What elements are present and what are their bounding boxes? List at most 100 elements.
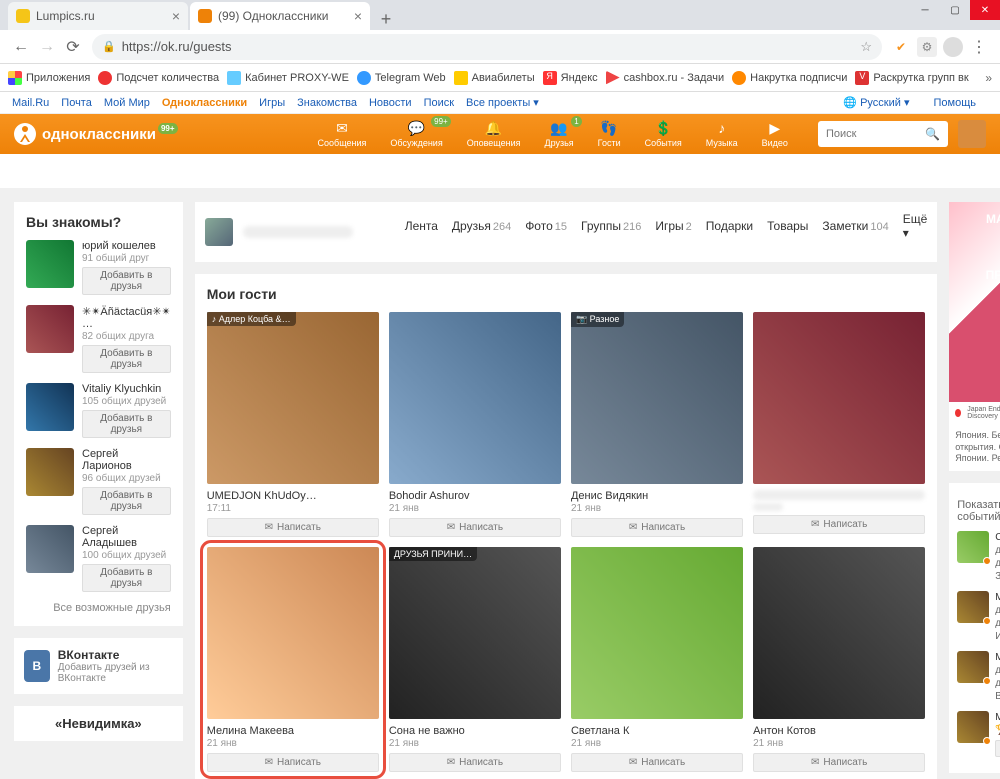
search-input[interactable] — [826, 128, 925, 140]
profile-tab[interactable]: Лента — [405, 219, 438, 233]
mailru-link[interactable]: Игры — [259, 97, 285, 109]
all-suggestions-link[interactable]: Все возможные друзья — [26, 602, 171, 614]
extension-icon[interactable]: ✔ — [891, 37, 911, 57]
guest-name[interactable]: UMEDJON KhUdOy… — [207, 490, 379, 502]
profile-avatar[interactable] — [205, 218, 233, 246]
guest-photo[interactable]: ♪ Адлер Коцба &… — [207, 312, 379, 484]
invisible-mode-block[interactable]: «Невидимка» — [14, 706, 183, 741]
write-message-button[interactable]: ✉Написать — [389, 753, 561, 772]
window-minimize[interactable]: ─ — [910, 0, 940, 20]
bookmark-item[interactable]: Авиабилеты — [454, 71, 535, 85]
events-header[interactable]: Показать 5 новых событий — [957, 491, 1000, 531]
ok-nav-Сообщения[interactable]: ✉Сообщения — [318, 120, 367, 148]
event-avatar[interactable] — [957, 651, 989, 683]
write-message-button[interactable]: ✉Написать — [207, 518, 379, 537]
ok-nav-Гости[interactable]: 👣Гости — [598, 120, 621, 148]
profile-tab[interactable]: Заметки104 — [822, 219, 888, 233]
guest-photo[interactable] — [571, 547, 743, 719]
add-friend-button[interactable]: Добавить в друзья — [82, 487, 171, 515]
event-avatar[interactable] — [957, 531, 989, 563]
bookmark-item[interactable]: Кабинет PROXY-WE — [227, 71, 349, 85]
ok-nav-Друзья[interactable]: 👥Друзья1 — [544, 120, 573, 148]
write-message-button[interactable]: ✉Написать — [571, 753, 743, 772]
guest-name[interactable]: Сона не важно — [389, 725, 561, 737]
write-message-button[interactable]: ✉Написать — [389, 518, 561, 537]
ok-nav-Обсуждения[interactable]: 💬Обсуждения99+ — [390, 120, 442, 148]
user-avatar[interactable] — [958, 120, 986, 148]
reload-button[interactable]: ⟳ — [60, 34, 86, 60]
mailru-link[interactable]: Все проекты ▾ — [466, 96, 539, 109]
add-friend-button[interactable]: Добавить в друзья — [82, 564, 171, 592]
mailru-link[interactable]: Mail.Ru — [12, 97, 49, 109]
close-icon[interactable]: × — [354, 8, 362, 24]
suggestion-name[interactable]: Сергей Ларионов — [82, 448, 171, 472]
bookmark-item[interactable]: Накрутка подписчи — [732, 71, 847, 85]
guest-photo[interactable] — [753, 312, 925, 484]
event-item[interactable]: Мария Бара…добавила в друзья Андрея Воро… — [957, 651, 1000, 703]
ad-banner[interactable]: 6+ МАГИЧЕСКАЯ ПОРА, КОТОРАЯ МОЖЕТ ПРОДЛИ… — [949, 202, 1000, 471]
guest-name[interactable]: Светлана К — [571, 725, 743, 737]
ok-nav-Видео[interactable]: ▶Видео — [762, 120, 788, 148]
profile-tab[interactable]: Группы216 — [581, 219, 641, 233]
mailru-link[interactable]: Знакомства — [297, 97, 357, 109]
suggestion-name[interactable]: Сергей Аладышев — [82, 525, 171, 549]
vk-import-block[interactable]: B ВКонтакте Добавить друзей из ВКонтакте — [14, 638, 183, 694]
participate-button[interactable]: Участвовать! — [995, 740, 1000, 757]
guest-name[interactable]: Мелина Макеева — [207, 725, 379, 737]
event-user-name[interactable]: Мария Бара… — [995, 712, 1000, 723]
guest-name[interactable]: Bohodir Ashurov — [389, 490, 561, 502]
event-avatar[interactable] — [957, 711, 989, 743]
back-button[interactable]: ← — [8, 34, 34, 60]
ok-nav-События[interactable]: 💲События — [645, 120, 682, 148]
guest-photo[interactable] — [207, 547, 379, 719]
bookmark-item[interactable]: Подсчет количества — [98, 71, 219, 85]
mailru-link[interactable]: Мой Мир — [104, 97, 150, 109]
suggestion-name[interactable]: Vitaliy Klyuchkin — [82, 383, 171, 395]
guest-photo[interactable]: 📷 Разное — [571, 312, 743, 484]
browser-tab[interactable]: (99) Одноклассники × — [190, 2, 370, 30]
profile-tab[interactable]: Игры2 — [655, 219, 691, 233]
search-icon[interactable]: 🔍 — [925, 127, 940, 141]
suggestion-avatar[interactable] — [26, 383, 74, 431]
event-item[interactable]: Мария Бара…добавила в друзья АМИРА ИЛЁСА — [957, 591, 1000, 643]
profile-tab[interactable]: Фото15 — [525, 219, 567, 233]
guest-status-badge[interactable]: ДРУЗЬЯ ПРИНИ… — [389, 547, 477, 561]
url-input[interactable]: 🔒 https://ok.ru/guests ☆ — [92, 34, 882, 60]
add-friend-button[interactable]: Добавить в друзья — [82, 410, 171, 438]
bookmark-item[interactable]: cashbox.ru - Задачи — [606, 71, 725, 85]
ok-logo[interactable]: одноклассники 99+ — [14, 123, 178, 145]
bookmark-item[interactable]: VРаскрутка групп вк — [855, 71, 968, 85]
window-close[interactable]: ✕ — [970, 0, 1000, 20]
guest-status-badge[interactable]: ♪ Адлер Коцба &… — [207, 312, 296, 326]
window-maximize[interactable]: ▢ — [940, 0, 970, 20]
profile-tab[interactable]: Друзья264 — [452, 219, 511, 233]
ok-nav-Оповещения[interactable]: 🔔Оповещения — [467, 120, 521, 148]
language-selector[interactable]: 🌐 Русский ▾ — [843, 96, 909, 109]
close-icon[interactable]: × — [172, 8, 180, 24]
event-user-name[interactable]: Мария Бара… — [995, 652, 1000, 663]
write-message-button[interactable]: ✉Написать — [571, 518, 743, 537]
mailru-link[interactable]: Одноклассники — [162, 97, 247, 109]
suggestion-name[interactable]: юрий кошелев — [82, 240, 171, 252]
menu-button[interactable]: ⋮ — [966, 34, 992, 60]
write-message-button[interactable]: ✉Написать — [207, 753, 379, 772]
event-avatar[interactable] — [957, 591, 989, 623]
guest-photo[interactable] — [389, 312, 561, 484]
mailru-link[interactable]: Новости — [369, 97, 412, 109]
profile-avatar-icon[interactable] — [943, 37, 963, 57]
event-item[interactable]: Светлана Кдобавила в друзья Розу Захаров… — [957, 531, 1000, 583]
search-box[interactable]: 🔍 — [818, 121, 948, 147]
ok-nav-Музыка[interactable]: ♪Музыка — [706, 120, 738, 148]
suggestion-avatar[interactable] — [26, 448, 74, 496]
write-message-button[interactable]: ✉Написать — [753, 515, 925, 534]
guest-name[interactable]: Денис Видякин — [571, 490, 743, 502]
guest-photo[interactable] — [753, 547, 925, 719]
forward-button[interactable]: → — [34, 34, 60, 60]
suggestion-name[interactable]: ✳✴Äñäсtасüя✳✴ … — [82, 305, 171, 330]
write-message-button[interactable]: ✉Написать — [753, 753, 925, 772]
new-tab-button[interactable]: + — [372, 9, 400, 30]
mailru-link[interactable]: Поиск — [424, 97, 454, 109]
suggestion-avatar[interactable] — [26, 240, 74, 288]
profile-tab[interactable]: Товары — [767, 219, 808, 233]
event-user-name[interactable]: Мария Бара… — [995, 592, 1000, 603]
